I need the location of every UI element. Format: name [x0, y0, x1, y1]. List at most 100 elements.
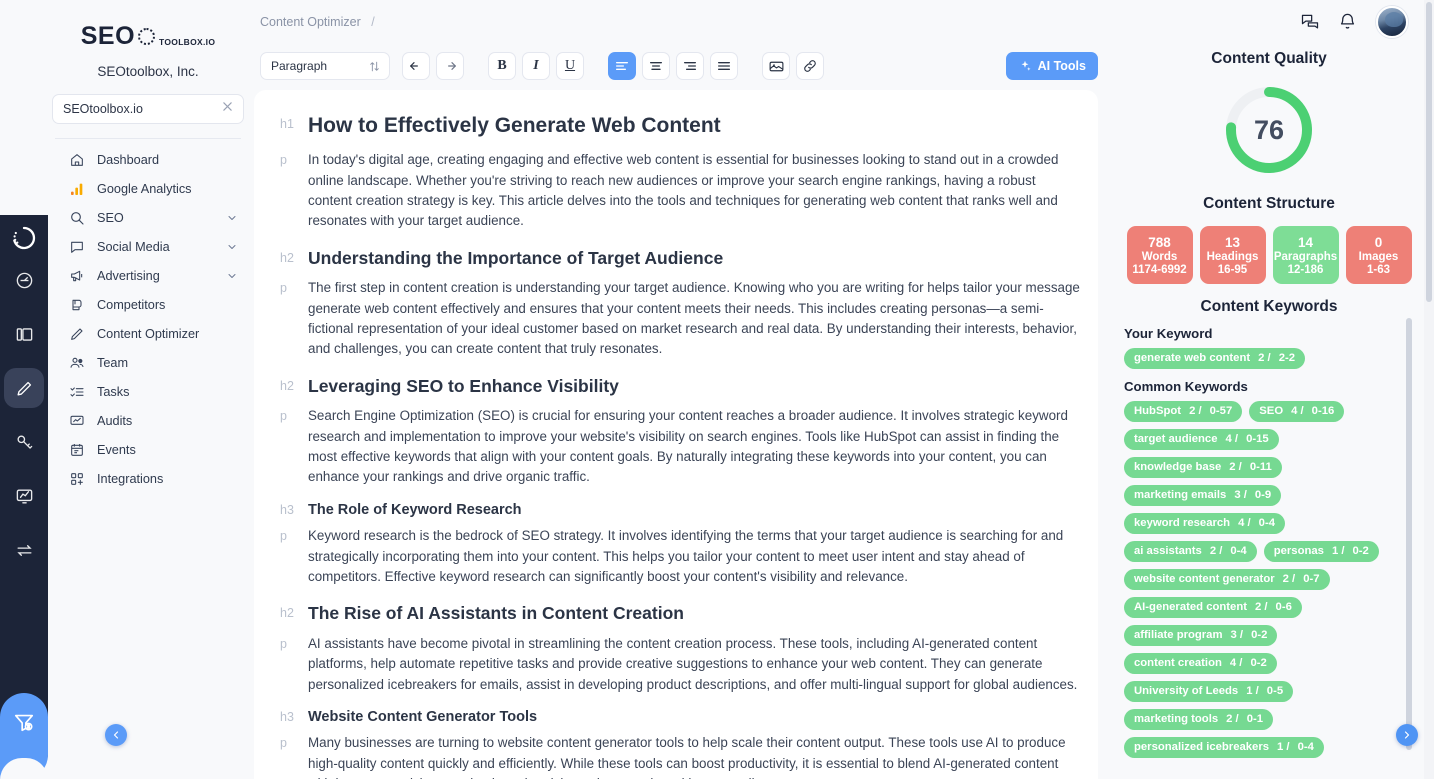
keyword-pill[interactable]: HubSpot2 /0-57 — [1124, 401, 1242, 422]
keyword-pill[interactable]: SEO4 /0-16 — [1249, 401, 1344, 422]
chevron-down-icon[interactable] — [226, 212, 238, 224]
keyword-count: 2 / — [1255, 600, 1268, 615]
doc-block[interactable]: p In today's digital age, creating engag… — [280, 150, 1080, 232]
align-right-button[interactable] — [676, 52, 704, 80]
sidebar-item-seo[interactable]: SEO — [52, 203, 244, 232]
doc-block[interactable]: p Many businesses are turning to website… — [280, 733, 1080, 779]
doc-block[interactable]: p Keyword research is the bedrock of SEO… — [280, 526, 1080, 587]
stat-card-images[interactable]: 0 Images 1-63 — [1346, 226, 1412, 284]
keyword-pill[interactable]: personalized icebreakers1 /0-4 — [1124, 737, 1324, 758]
keyword-range: 0-5 — [1267, 684, 1283, 699]
chevron-down-icon[interactable] — [226, 241, 238, 253]
block-text: Keyword research is the bedrock of SEO s… — [308, 526, 1080, 587]
sidebar-item-label: Integrations — [97, 472, 238, 486]
page-scrollbar-track[interactable] — [1424, 0, 1434, 779]
insert-link-button[interactable] — [796, 52, 824, 80]
your-keyword-title: Your Keyword — [1124, 326, 1418, 341]
block-text: How to Effectively Generate Web Content — [308, 112, 1080, 140]
keyword-pill[interactable]: marketing tools2 /0-1 — [1124, 709, 1273, 730]
doc-block[interactable]: h2 The Rise of AI Assistants in Content … — [280, 601, 1080, 626]
sidebar-item-social-media[interactable]: Social Media — [52, 232, 244, 261]
expand-panel-button[interactable] — [1396, 724, 1418, 746]
comments-icon[interactable] — [1300, 12, 1320, 32]
keyword-pill[interactable]: generate web content 2 / 2-2 — [1124, 348, 1305, 369]
rail-monitor-chart-icon[interactable] — [4, 476, 44, 516]
chevron-down-icon[interactable] — [226, 270, 238, 282]
stat-card-headings[interactable]: 13 Headings 16-95 — [1200, 226, 1266, 284]
clear-search-icon[interactable] — [222, 101, 236, 115]
underline-button[interactable]: U — [556, 52, 584, 80]
keyword-term: content creation — [1134, 656, 1222, 671]
sidebar-item-competitors[interactable]: Competitors — [52, 290, 244, 319]
keyword-term: marketing emails — [1134, 488, 1226, 503]
calendar-icon — [68, 441, 85, 458]
align-justify-button[interactable] — [710, 52, 738, 80]
keyword-pill[interactable]: marketing emails3 /0-9 — [1124, 485, 1281, 506]
breadcrumb-current[interactable]: Content Optimizer — [260, 15, 361, 29]
sidebar-item-content-optimizer[interactable]: Content Optimizer — [52, 319, 244, 348]
doc-block[interactable]: p Search Engine Optimization (SEO) is cr… — [280, 406, 1080, 488]
keyword-pill[interactable]: affiliate program3 /0-2 — [1124, 625, 1277, 646]
page-scrollbar-thumb[interactable] — [1426, 2, 1432, 302]
insert-image-button[interactable] — [762, 52, 790, 80]
collapse-sidebar-button[interactable] — [105, 724, 127, 746]
doc-block[interactable]: h2 Leveraging SEO to Enhance Visibility — [280, 374, 1080, 399]
rail-panels-icon[interactable] — [4, 314, 44, 354]
keyword-term: target audience — [1134, 432, 1218, 447]
keyword-range: 0-57 — [1210, 404, 1233, 419]
stat-card-words[interactable]: 788 Words 1174-6992 — [1127, 226, 1193, 284]
keyword-count: 2 / — [1189, 404, 1202, 419]
keyword-pill[interactable]: target audience4 /0-15 — [1124, 429, 1279, 450]
ai-tools-button[interactable]: AI Tools — [1006, 52, 1098, 80]
block-format-select[interactable]: Paragraph — [260, 52, 390, 80]
keyword-pill[interactable]: personas1 /0-2 — [1264, 541, 1379, 562]
doc-block[interactable]: h3 Website Content Generator Tools — [280, 707, 1080, 727]
align-left-button[interactable] — [608, 52, 636, 80]
stat-card-paragraphs[interactable]: 14 Paragraphs 12-186 — [1273, 226, 1339, 284]
doc-block[interactable]: p AI assistants have become pivotal in s… — [280, 634, 1080, 695]
keyword-term: SEO — [1259, 404, 1283, 419]
rail-gauge-icon[interactable] — [4, 260, 44, 300]
sidebar-item-integrations[interactable]: Integrations — [52, 464, 244, 493]
doc-block[interactable]: h3 The Role of Keyword Research — [280, 500, 1080, 520]
sidebar-item-events[interactable]: Events — [52, 435, 244, 464]
keyword-range: 0-16 — [1312, 404, 1335, 419]
keywords-scrollbar[interactable] — [1406, 318, 1412, 750]
keyword-pill[interactable]: knowledge base2 /0-11 — [1124, 457, 1282, 478]
keyword-pill[interactable]: content creation4 /0-2 — [1124, 653, 1277, 674]
sidebar-item-advertising[interactable]: Advertising — [52, 261, 244, 290]
keyword-count: 4 / — [1226, 432, 1239, 447]
keyword-range: 0-1 — [1247, 712, 1263, 727]
keyword-pill[interactable]: website content generator2 /0-7 — [1124, 569, 1330, 590]
italic-button[interactable]: I — [522, 52, 550, 80]
redo-button[interactable] — [436, 52, 464, 80]
search-input[interactable] — [52, 94, 244, 124]
bar-chart-icon — [68, 180, 85, 197]
sidebar-item-google-analytics[interactable]: Google Analytics — [52, 174, 244, 203]
sidebar-item-team[interactable]: Team — [52, 348, 244, 377]
sidebar-item-dashboard[interactable]: Dashboard — [52, 145, 244, 174]
align-center-button[interactable] — [642, 52, 670, 80]
sidebar-item-tasks[interactable]: Tasks — [52, 377, 244, 406]
rail-pencil-icon[interactable] — [4, 368, 44, 408]
doc-block[interactable]: h2 Understanding the Importance of Targe… — [280, 246, 1080, 271]
keyword-pill[interactable]: University of Leeds1 /0-5 — [1124, 681, 1293, 702]
keyword-pill[interactable]: AI-generated content2 /0-6 — [1124, 597, 1302, 618]
avatar[interactable] — [1376, 6, 1408, 38]
undo-button[interactable] — [402, 52, 430, 80]
rail-transfer-icon[interactable] — [4, 530, 44, 570]
document-editor[interactable]: h1 How to Effectively Generate Web Conte… — [254, 90, 1098, 779]
keyword-term: website content generator — [1134, 572, 1275, 587]
quality-gauge: 76 — [1120, 82, 1418, 178]
keyword-pill[interactable]: ai assistants2 /0-4 — [1124, 541, 1257, 562]
doc-block[interactable]: h1 How to Effectively Generate Web Conte… — [280, 112, 1080, 140]
doc-block[interactable]: p The first step in content creation is … — [280, 278, 1080, 360]
keyword-pill[interactable]: keyword research4 /0-4 — [1124, 513, 1285, 534]
sidebar-item-audits[interactable]: Audits — [52, 406, 244, 435]
bold-button[interactable]: B — [488, 52, 516, 80]
rail-key-icon[interactable] — [4, 422, 44, 462]
keyword-range: 0-11 — [1250, 460, 1272, 475]
stat-value: 788 — [1148, 235, 1171, 250]
bell-icon[interactable] — [1338, 12, 1358, 32]
rail-funnel-icon[interactable]: 2 — [0, 693, 48, 779]
